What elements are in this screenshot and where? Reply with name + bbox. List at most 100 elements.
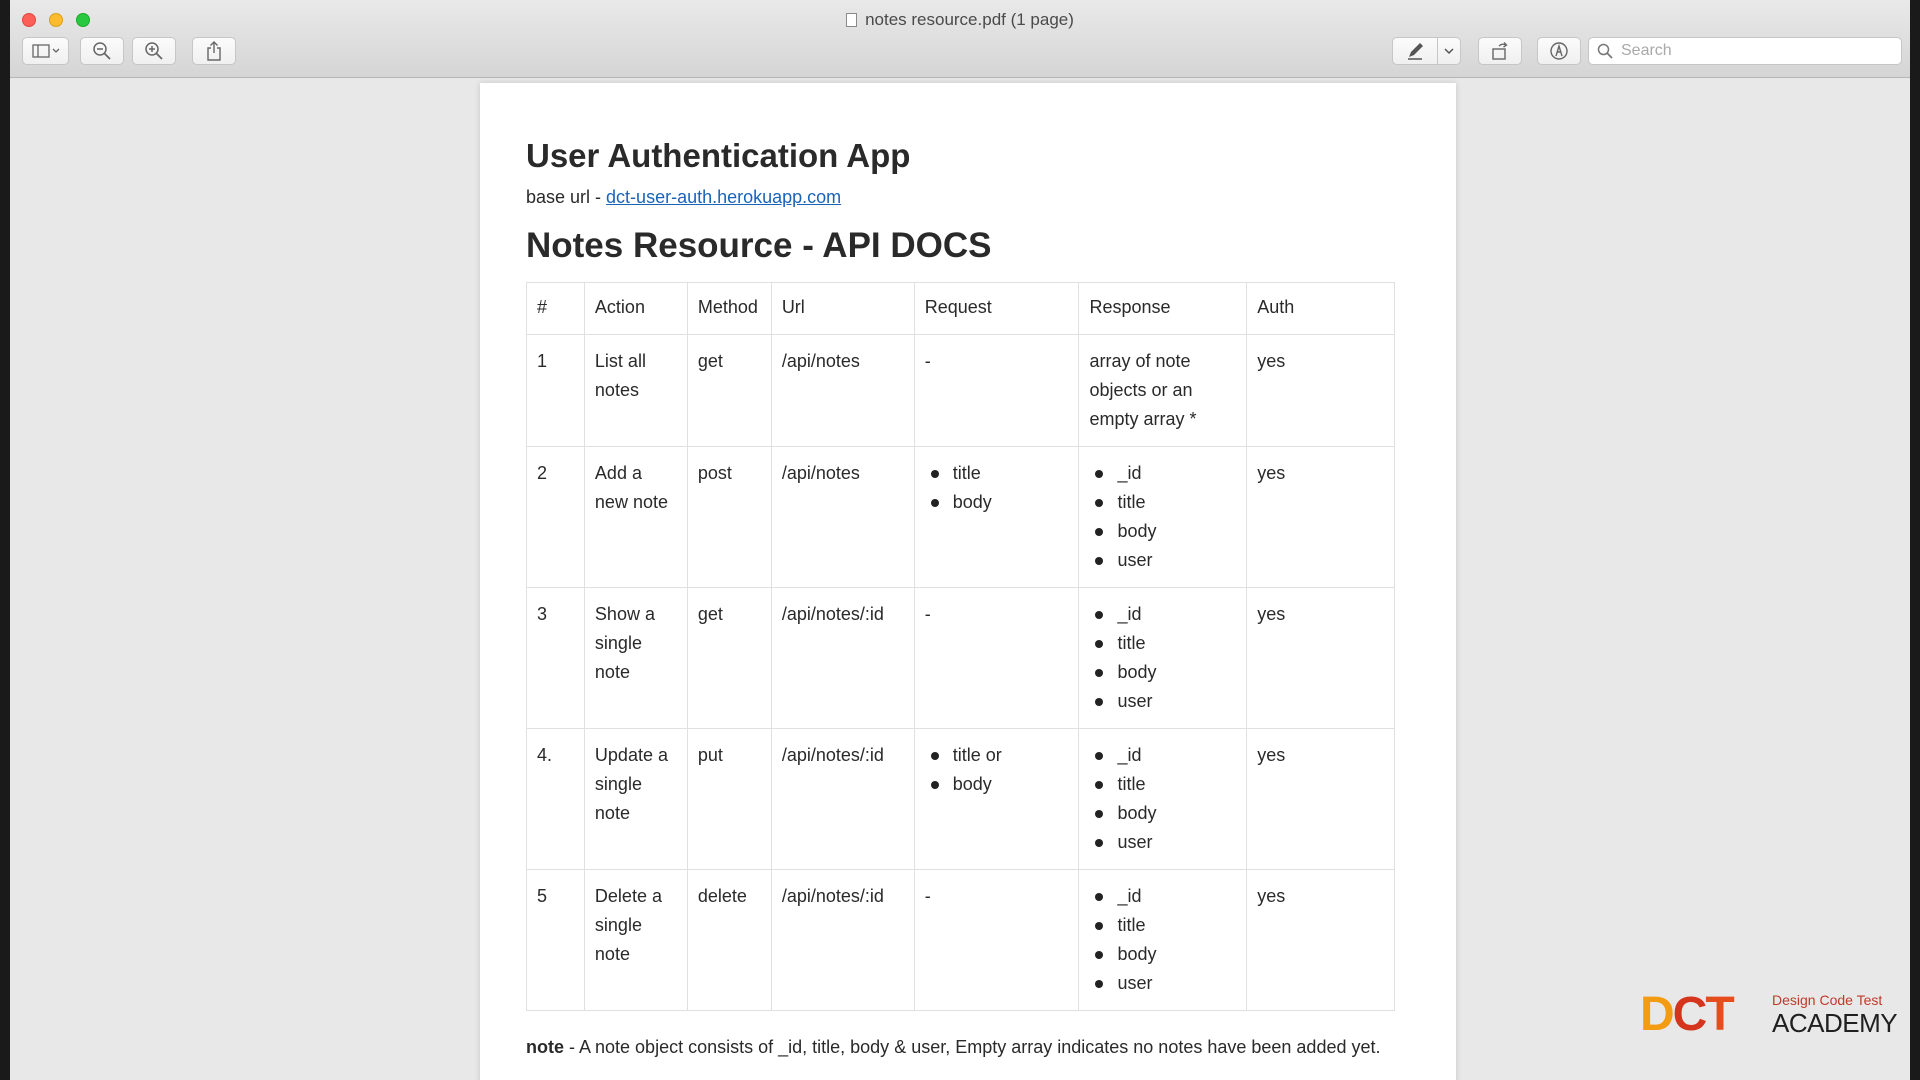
footnote-text: - A note object consists of _id, title, … xyxy=(564,1037,1381,1057)
request-cell: - xyxy=(913,587,1080,729)
request-cell: - xyxy=(913,869,1080,1011)
pen-icon xyxy=(1408,43,1423,60)
row-number-cell: 3 xyxy=(526,587,585,729)
table-header-cell: Url xyxy=(770,282,915,335)
search-icon xyxy=(1597,43,1613,59)
response-field-item: body xyxy=(1095,940,1236,969)
response-field-item: user xyxy=(1095,687,1236,716)
row-number-cell: 5 xyxy=(526,869,585,1011)
response-field-item: user xyxy=(1095,828,1236,857)
search-input[interactable] xyxy=(1621,42,1891,60)
row-number-cell: 4. xyxy=(526,728,585,870)
response-field-item: title xyxy=(1095,770,1236,799)
markup-pen-button[interactable] xyxy=(1392,37,1438,65)
response-cell: _id title body user xyxy=(1078,869,1248,1011)
zoom-out-icon xyxy=(93,42,111,60)
markup-dropdown-button[interactable] xyxy=(1437,37,1461,65)
base-url-label: base url - xyxy=(526,187,607,207)
table-row: 4. Update a single note put/api/notes/:id t… xyxy=(526,728,1395,870)
footnote: note - A note object consists of _id, ti… xyxy=(526,1037,1406,1058)
request-cell: title body xyxy=(913,446,1080,588)
sidebar-icon xyxy=(31,44,59,58)
logo-academy: ACADEMY xyxy=(1772,1008,1898,1038)
response-field-item: user xyxy=(1095,969,1236,998)
dct-logo: DCT xyxy=(1640,988,1735,1041)
auth-cell: yes xyxy=(1246,334,1395,447)
annotate-button[interactable] xyxy=(1537,37,1581,65)
table-header-row: # Action Method Url Request Response Aut… xyxy=(526,282,1395,335)
table-header-cell: Request xyxy=(913,282,1080,335)
rotate-button[interactable] xyxy=(1478,37,1522,65)
table-row: 1 List all notes get/api/notes - array of no… xyxy=(526,334,1395,447)
url-cell: /api/notes/:id xyxy=(770,869,915,1011)
response-field-list: _id title body user xyxy=(1089,741,1236,857)
url-cell: /api/notes/:id xyxy=(770,587,915,729)
search-box[interactable] xyxy=(1588,37,1902,65)
table-header-cell: Auth xyxy=(1246,282,1395,335)
method-cell: delete xyxy=(686,869,772,1011)
chevron-down-icon xyxy=(1444,48,1454,55)
action-cell: List all notes xyxy=(583,334,688,447)
document-title: User Authentication App xyxy=(526,137,911,174)
response-field-item: _id xyxy=(1095,741,1236,770)
method-cell: get xyxy=(686,334,772,447)
request-field-item: body xyxy=(930,488,1069,517)
request-field-item: title xyxy=(930,459,1069,488)
action-cell: Show a single note xyxy=(583,587,688,729)
action-cell: Delete a single note xyxy=(583,869,688,1011)
markup-toolbar-icon xyxy=(1550,42,1568,60)
title-bar: notes resource.pdf (1 page) xyxy=(10,0,1910,78)
url-cell: /api/notes xyxy=(770,334,915,447)
table-row: 3 Show a single note get/api/notes/:id - _id… xyxy=(526,587,1395,729)
footnote-label: note xyxy=(526,1037,564,1057)
row-number-cell: 2 xyxy=(526,446,585,588)
method-cell: get xyxy=(686,587,772,729)
response-field-item: _id xyxy=(1095,600,1236,629)
preview-window: notes resource.pdf (1 page) Search User … xyxy=(10,0,1910,1080)
logo-tagline: Design Code Test xyxy=(1772,992,1883,1008)
table-header-cell: # xyxy=(526,282,585,335)
response-field-list: _id title body user xyxy=(1089,882,1236,998)
response-field-item: title xyxy=(1095,629,1236,658)
table-body: 1 List all notes get/api/notes - array of no… xyxy=(526,334,1395,1011)
response-field-list: _id title body user xyxy=(1089,459,1236,575)
method-cell: post xyxy=(686,446,772,588)
response-text: array of note objects or an empty array … xyxy=(1089,351,1197,429)
action-cell: Add a new note xyxy=(583,446,688,588)
request-cell: title or body xyxy=(913,728,1080,870)
window-title: notes resource.pdf (1 page) xyxy=(10,10,1910,30)
zoom-in-button[interactable] xyxy=(132,37,176,65)
response-cell: array of note objects or an empty array … xyxy=(1078,334,1248,447)
share-icon xyxy=(207,41,221,61)
response-field-item: body xyxy=(1095,517,1236,546)
rotate-icon xyxy=(1492,42,1508,60)
sidebar-toggle-button[interactable] xyxy=(22,37,69,65)
share-button[interactable] xyxy=(192,37,236,65)
response-field-item: title xyxy=(1095,488,1236,517)
document-viewer[interactable]: User Authentication App base url - dct-u… xyxy=(10,78,1910,1080)
window-title-text: notes resource.pdf (1 page) xyxy=(865,10,1074,29)
response-cell: _id title body user xyxy=(1078,446,1248,588)
zoom-out-button[interactable] xyxy=(80,37,124,65)
request-field-list: title or body xyxy=(925,741,1069,799)
method-cell: put xyxy=(686,728,772,870)
request-field-item: body xyxy=(930,770,1069,799)
table-header-cell: Action xyxy=(583,282,688,335)
base-url-link[interactable]: dct-user-auth.herokuapp.com xyxy=(606,187,841,207)
response-field-item: _id xyxy=(1095,882,1236,911)
response-field-item: user xyxy=(1095,546,1236,575)
page-content: User Authentication App base url - dct-u… xyxy=(526,137,1406,1058)
row-number-cell: 1 xyxy=(526,334,585,447)
request-text: - xyxy=(924,351,931,371)
request-field-item: title or xyxy=(930,741,1069,770)
request-cell: - xyxy=(913,334,1080,447)
response-cell: _id title body user xyxy=(1078,587,1248,729)
pdf-page: User Authentication App base url - dct-u… xyxy=(480,83,1456,1080)
dct-academy-watermark: DCT Design Code Test ACADEMY xyxy=(1640,988,1898,1041)
url-cell: /api/notes/:id xyxy=(770,728,915,870)
table-row: 2 Add a new note post/api/notes title body _i… xyxy=(526,446,1395,588)
response-field-item: title xyxy=(1095,911,1236,940)
url-cell: /api/notes xyxy=(770,446,915,588)
api-docs-table: # Action Method Url Request Response Aut… xyxy=(526,282,1395,1011)
table-row: 5 Delete a single note delete/api/notes/:i… xyxy=(526,869,1395,1011)
